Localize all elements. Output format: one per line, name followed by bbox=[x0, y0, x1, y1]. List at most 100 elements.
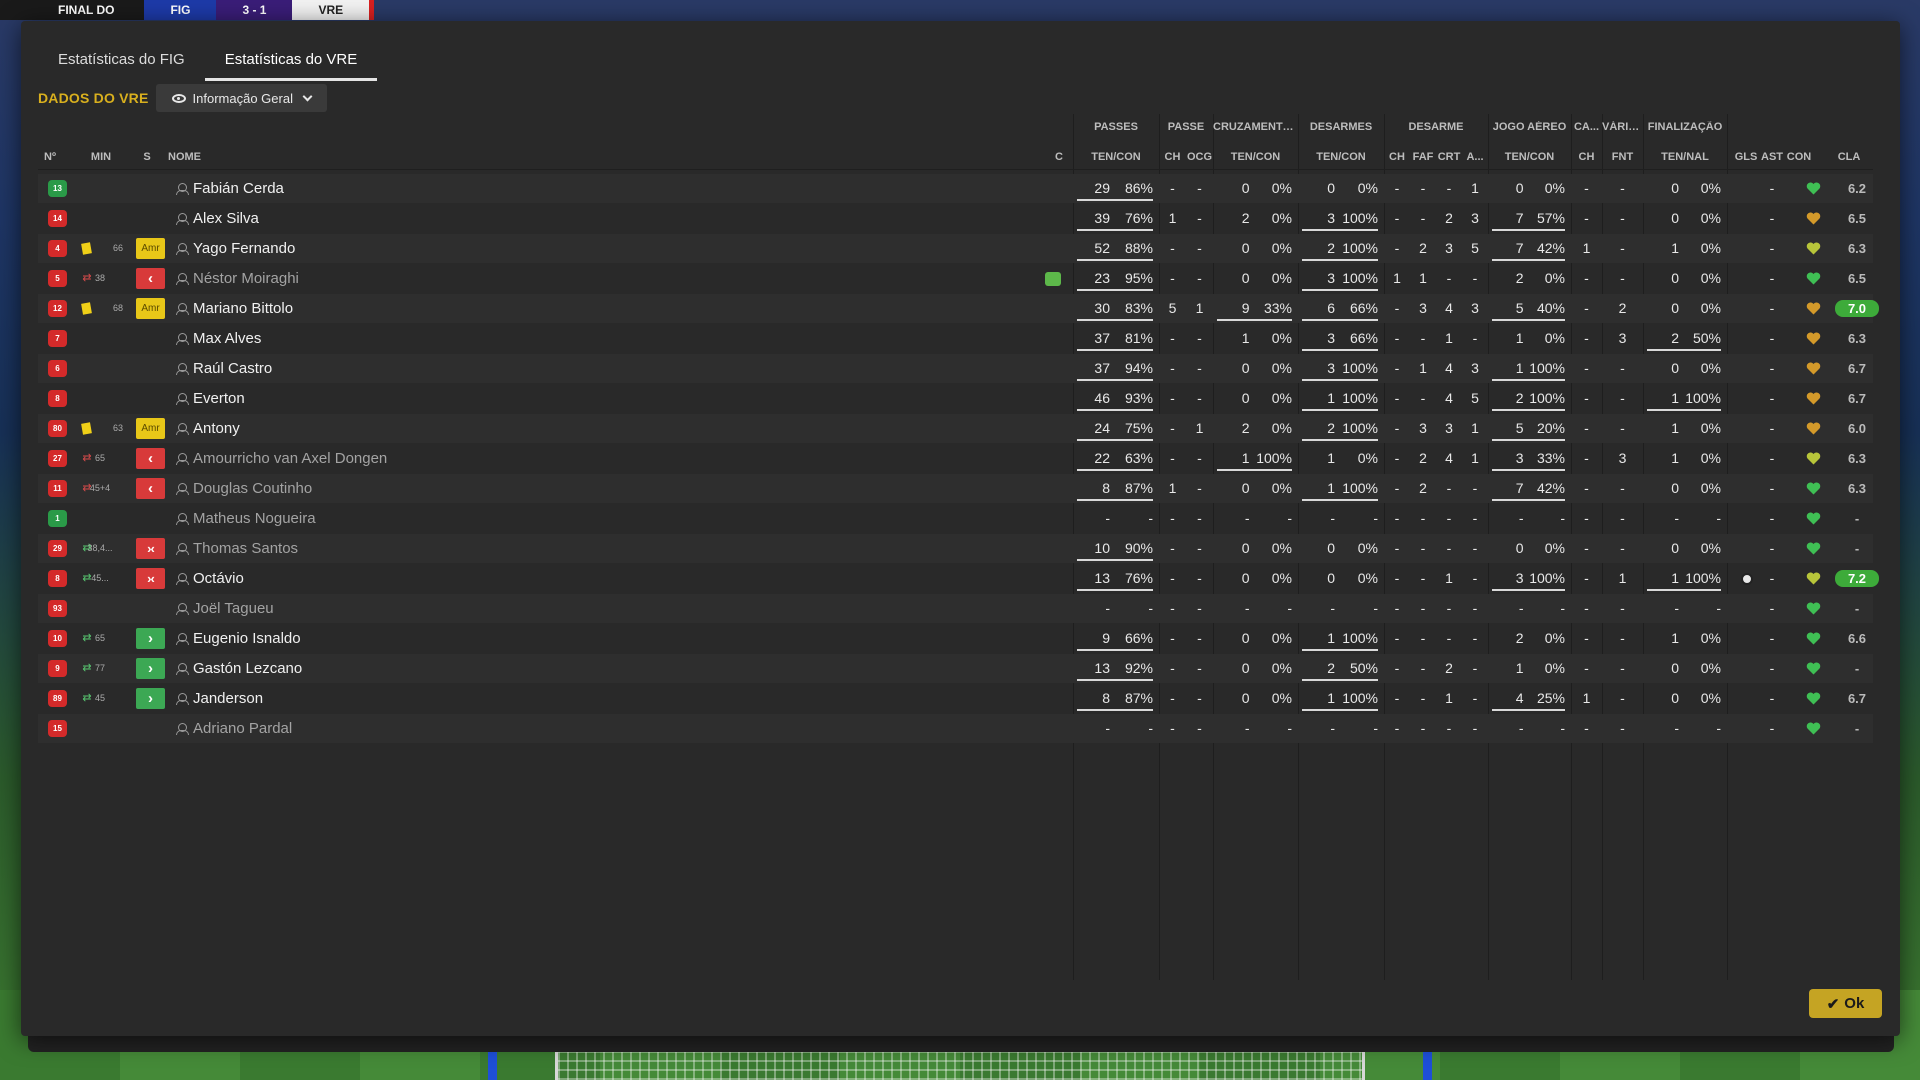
player-name[interactable]: Yago Fernando bbox=[176, 234, 295, 263]
column-header-fin: TEN/NAL bbox=[1661, 151, 1709, 163]
stat-value: - bbox=[1769, 180, 1775, 196]
stat-attempts: - bbox=[1330, 600, 1335, 616]
player-row[interactable]: 10 ⇄ 65 › Eugenio Isnaldo 9 66% - -0 0% 1 100% - - - -2… bbox=[38, 624, 1873, 653]
player-name[interactable]: Everton bbox=[176, 384, 245, 413]
player-name[interactable]: Antony bbox=[176, 414, 240, 443]
player-row[interactable]: 8 Everton 46 93% - -0 0% 1 100% - -4 5 2 100% - -1 100% -… bbox=[38, 384, 1873, 413]
stat-percentage: 0% bbox=[1700, 210, 1721, 226]
shirt-number-icon: 8 bbox=[48, 570, 67, 587]
tab-fig-stats[interactable]: Estatísticas do FIG bbox=[38, 42, 205, 81]
stat-value: - bbox=[1197, 390, 1202, 406]
stat-percentage: - bbox=[1148, 720, 1153, 736]
player-name[interactable]: Janderson bbox=[176, 684, 263, 713]
stat-value: 3 bbox=[1618, 450, 1627, 466]
stat-bar-underline bbox=[1302, 349, 1378, 351]
stat-value: 1 bbox=[1168, 210, 1177, 226]
stat-value: - bbox=[1446, 510, 1452, 526]
stat-percentage: - bbox=[1716, 600, 1721, 616]
player-name[interactable]: Joël Tagueu bbox=[176, 594, 274, 623]
player-row[interactable]: 7 Max Alves 37 81% - -1 0% 3 66% - -1-1 0% -3 2 50% -6.… bbox=[38, 324, 1873, 353]
stat-value: 2 bbox=[1618, 300, 1627, 316]
player-row[interactable]: 29 ⇄ 38,4... ›‹ Thomas Santos 10 90% - -0 0% 0 0% - -… bbox=[38, 534, 1873, 563]
stat-value: - bbox=[1394, 330, 1400, 346]
player-name[interactable]: Mariano Bittolo bbox=[176, 294, 293, 323]
player-row[interactable]: 4 66 Amr Yago Fernando 52 88% - -0 0% 2 100% -2 3 5 7 4… bbox=[38, 234, 1873, 263]
stat-value: - bbox=[1472, 540, 1478, 556]
stat-attempts: - bbox=[1105, 600, 1110, 616]
stat-value: 5 bbox=[1168, 300, 1177, 316]
stat-value: - bbox=[1394, 570, 1400, 586]
player-row[interactable]: 13 Fabián Cerda 29 86% - -0 0% 0 0% - - -1 0 0% - -0 0% -… bbox=[38, 174, 1873, 203]
subbed-off-icon: ‹ bbox=[136, 448, 165, 469]
player-profile-icon bbox=[176, 663, 189, 675]
modal-shadow-edge bbox=[28, 1036, 1894, 1052]
player-name[interactable]: Eugenio Isnaldo bbox=[176, 624, 301, 653]
player-name[interactable]: Raúl Castro bbox=[176, 354, 272, 383]
ok-button[interactable]: ✔ Ok bbox=[1809, 989, 1882, 1018]
stat-value: - bbox=[1446, 480, 1452, 496]
stat-value: 1 bbox=[1445, 330, 1453, 346]
player-row[interactable]: 8 ⇄ 45... ›‹ Octávio 13 76% - -0 0% 0 0% - -1-3 100% -1… bbox=[38, 564, 1879, 593]
condition-heart-icon bbox=[1806, 242, 1821, 255]
stat-attempts: 1 bbox=[1241, 330, 1250, 346]
stat-attempts: 1 bbox=[1671, 450, 1679, 466]
stat-value: - bbox=[1472, 660, 1478, 676]
stat-bar-underline bbox=[1492, 589, 1565, 591]
player-row[interactable]: 15 Adriano Pardal - - - - - - - - - - - - - - - - - - - - bbox=[38, 714, 1873, 743]
column-header-des_ch: CH bbox=[1389, 151, 1405, 163]
stat-bar-underline bbox=[1302, 709, 1378, 711]
stat-value: - bbox=[1584, 390, 1589, 406]
stat-value: - bbox=[1620, 510, 1625, 526]
stat-bar-underline bbox=[1302, 289, 1378, 291]
player-name[interactable]: Gastón Lezcano bbox=[176, 654, 302, 683]
player-row[interactable]: 1 Matheus Nogueira - - - - - - - - - - - - - - - - - - - - bbox=[38, 504, 1873, 533]
stat-value: - bbox=[1584, 270, 1589, 286]
shirt-number-icon: 6 bbox=[48, 360, 67, 377]
condition-heart-icon bbox=[1806, 602, 1821, 615]
stat-value: - bbox=[1394, 690, 1400, 706]
player-row[interactable]: 11 ⇄ 45+4 ‹ Douglas Coutinho 8 87% 1-0 0% 1 100% -2… bbox=[38, 474, 1873, 503]
stat-value: - bbox=[1420, 690, 1426, 706]
stat-attempts: - bbox=[1244, 510, 1250, 526]
stat-value: - bbox=[1769, 300, 1775, 316]
player-name[interactable]: Néstor Moiraghi bbox=[176, 264, 299, 293]
player-row[interactable]: 27 ⇄ 65 ‹ Amourricho van Axel Dongen 22 63% - -1… bbox=[38, 444, 1873, 473]
stat-value: - bbox=[1420, 510, 1426, 526]
player-row[interactable]: 93 Joël Tagueu - - - - - - - - - - - - - - - - - - - - bbox=[38, 594, 1873, 623]
player-row[interactable]: 9 ⇄ 77 › Gastón Lezcano 13 92% - -0 0% 2 50% - -2-1 0%… bbox=[38, 654, 1873, 683]
player-row[interactable]: 6 Raúl Castro 37 94% - -0 0% 3 100% -1 4 3 1 100% - -0 0… bbox=[38, 354, 1873, 383]
player-row[interactable]: 14 Alex Silva 39 76% 1-2 0% 3 100% - -2 3 7 57% - -0 0%… bbox=[38, 204, 1873, 233]
player-row[interactable]: 5 ⇄ 38 ‹ Néstor Moiraghi 23 95% - -0 0% 3 100% 1 1- -2… bbox=[38, 264, 1873, 293]
player-name[interactable]: Adriano Pardal bbox=[176, 714, 292, 743]
player-name-label: Octávio bbox=[193, 570, 244, 587]
view-dropdown[interactable]: Informação Geral bbox=[155, 84, 327, 112]
stat-value: - bbox=[1620, 180, 1625, 196]
stat-percentage: 0% bbox=[1271, 210, 1292, 226]
stat-bar-underline bbox=[1077, 499, 1153, 501]
stat-percentage: 0% bbox=[1700, 450, 1721, 466]
player-name[interactable]: Thomas Santos bbox=[176, 534, 298, 563]
column-header-des_a: A... bbox=[1466, 151, 1484, 163]
stat-attempts: 0 bbox=[1327, 540, 1335, 556]
stat-percentage: 0% bbox=[1700, 630, 1721, 646]
stat-value: 2 bbox=[1445, 660, 1453, 676]
stat-value: - bbox=[1394, 450, 1400, 466]
stat-value: - bbox=[1420, 180, 1426, 196]
player-name[interactable]: Alex Silva bbox=[176, 204, 259, 233]
tab-vre-stats[interactable]: Estatísticas do VRE bbox=[204, 42, 378, 81]
player-name[interactable]: Amourricho van Axel Dongen bbox=[176, 444, 387, 473]
player-name[interactable]: Max Alves bbox=[176, 324, 261, 353]
player-row[interactable]: 12 68 Amr Mariano Bittolo 30 83% 5 1 9 33% 6 66% -3 4… bbox=[38, 294, 1879, 323]
player-row[interactable]: 89 ⇄ 45 › Janderson 8 87% - -0 0% 1 100% - -1-4 25% 1-0… bbox=[38, 684, 1873, 713]
player-name[interactable]: Matheus Nogueira bbox=[176, 504, 316, 533]
player-row[interactable]: 80 63 Amr Antony 24 75% -1 2 0% 2 100% -3 3 1 5 20% - -1 0… bbox=[38, 414, 1873, 443]
stat-value: - bbox=[1170, 540, 1175, 556]
player-name[interactable]: Octávio bbox=[176, 564, 244, 593]
player-name[interactable]: Douglas Coutinho bbox=[176, 474, 312, 503]
stat-value: - bbox=[1394, 540, 1400, 556]
stat-value: - bbox=[1584, 300, 1589, 316]
column-group-header: PASSES bbox=[1094, 121, 1138, 133]
condition-heart-icon bbox=[1806, 392, 1821, 405]
player-name[interactable]: Fabián Cerda bbox=[176, 174, 284, 203]
stat-value: - bbox=[1472, 690, 1478, 706]
